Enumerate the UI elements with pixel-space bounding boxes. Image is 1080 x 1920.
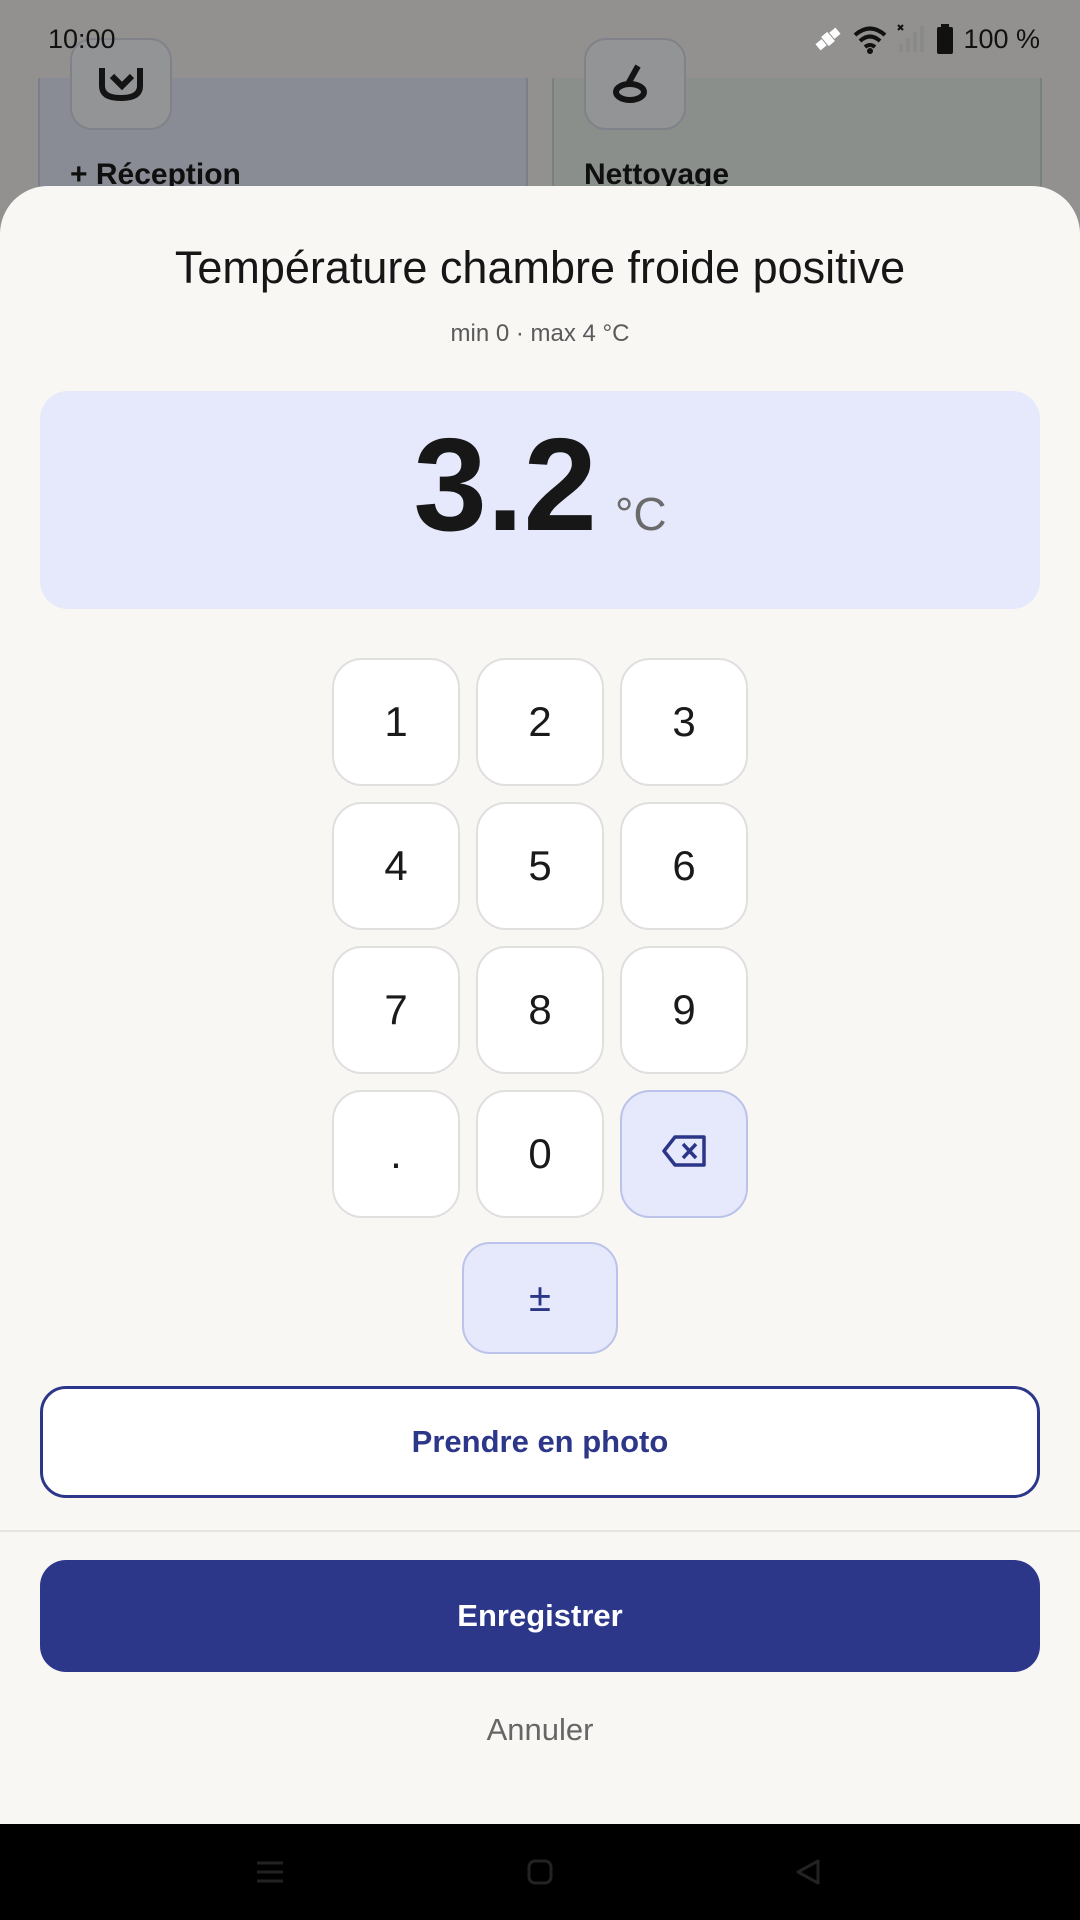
numeric-keypad: 1 2 3 4 5 6 7 8 9 . 0 [332,658,748,1218]
key-1[interactable]: 1 [332,658,460,786]
key-decimal[interactable]: . [332,1090,460,1218]
cancel-button[interactable]: Annuler [0,1700,1080,1760]
key-7[interactable]: 7 [332,946,460,1074]
key-5[interactable]: 5 [476,802,604,930]
save-button[interactable]: Enregistrer [40,1560,1040,1672]
satellite-icon [813,24,843,54]
sign-toggle-button[interactable]: ± [462,1242,618,1354]
temperature-range: min 0 · max 4 °C [450,320,630,347]
status-icons: 100 % [813,24,1040,55]
key-2[interactable]: 2 [476,658,604,786]
wifi-icon [853,24,887,54]
key-4[interactable]: 4 [332,802,460,930]
key-9[interactable]: 9 [620,946,748,1074]
key-0[interactable]: 0 [476,1090,604,1218]
temperature-entry-sheet: Température chambre froide positive min … [0,186,1080,1824]
battery-percentage: 100 % [963,23,1040,54]
battery-icon [937,24,954,54]
sheet-title: Température chambre froide positive [174,242,906,293]
backspace-icon [661,1130,707,1178]
key-3[interactable]: 3 [620,658,748,786]
temperature-value: 3.2 [413,411,597,558]
key-6[interactable]: 6 [620,802,748,930]
cellular-signal-icon [897,24,927,54]
status-bar: 10:00 100 % [0,0,1080,78]
take-photo-button[interactable]: Prendre en photo [40,1386,1040,1498]
backspace-button[interactable] [620,1090,748,1218]
back-icon[interactable] [786,1850,830,1894]
temperature-display: 3.2 °C [40,391,1040,609]
status-time: 10:00 [48,23,116,54]
home-icon[interactable] [518,1850,562,1894]
key-8[interactable]: 8 [476,946,604,1074]
divider [0,1530,1080,1532]
temperature-unit: °C [614,488,667,540]
recent-apps-icon[interactable] [248,1850,292,1894]
navigation-bar [0,1824,1080,1920]
